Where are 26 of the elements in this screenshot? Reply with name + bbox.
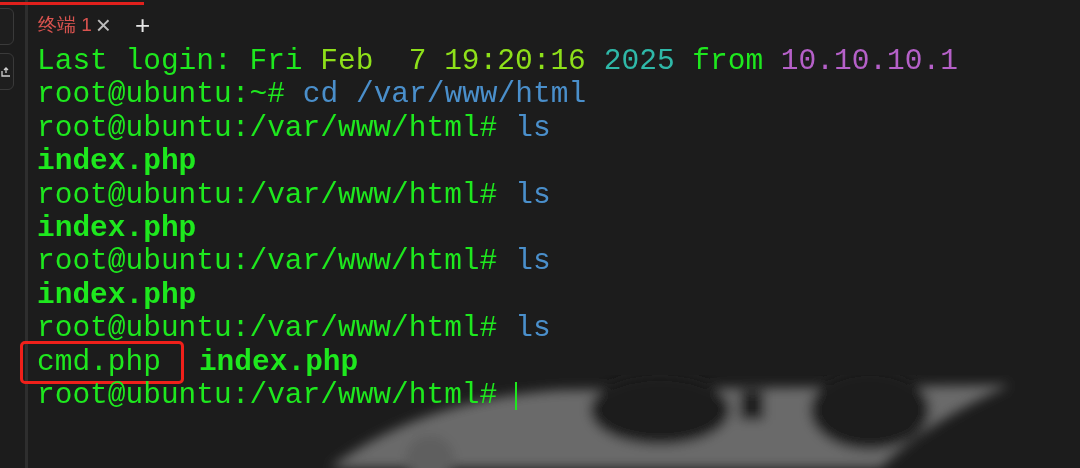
shell-command: ls [515, 312, 551, 346]
shell-prompt: root@ubuntu:~# [37, 78, 285, 112]
shell-prompt: root@ubuntu:/var/www/html# [37, 312, 498, 346]
shell-command: ls [515, 178, 551, 212]
shell-command: ls [515, 111, 551, 146]
file-name: cmd.php [23, 343, 181, 381]
upload-icon [1, 66, 11, 77]
file-name: index.php [37, 145, 197, 179]
login-time: Feb 7 19:20:16 [320, 45, 586, 79]
close-button[interactable]: × [95, 12, 112, 38]
login-message: from [691, 45, 765, 79]
file-name: index.php [198, 345, 359, 379]
login-host: 10.10.10.1 [780, 45, 958, 79]
login-message: Last login: Fri [37, 45, 304, 79]
shell-prompt: root@ubuntu:/var/www/html# [37, 111, 498, 146]
login-year: 2025 [603, 45, 675, 79]
file-name: index.php [37, 211, 197, 246]
new-tab-button[interactable]: + [135, 12, 151, 38]
shell-command: cd /var/www/html [302, 78, 587, 112]
shell-prompt: root@ubuntu:/var/www/html# [37, 378, 498, 413]
file-name: index.php [37, 278, 197, 313]
shell-prompt: root@ubuntu:/var/www/html# [37, 245, 498, 279]
sidebar-button[interactable] [0, 53, 14, 90]
shell-prompt: root@ubuntu:/var/www/html# [37, 178, 498, 212]
terminal-tab[interactable]: 终端 1 [38, 10, 92, 40]
shell-command: ls [515, 245, 551, 279]
